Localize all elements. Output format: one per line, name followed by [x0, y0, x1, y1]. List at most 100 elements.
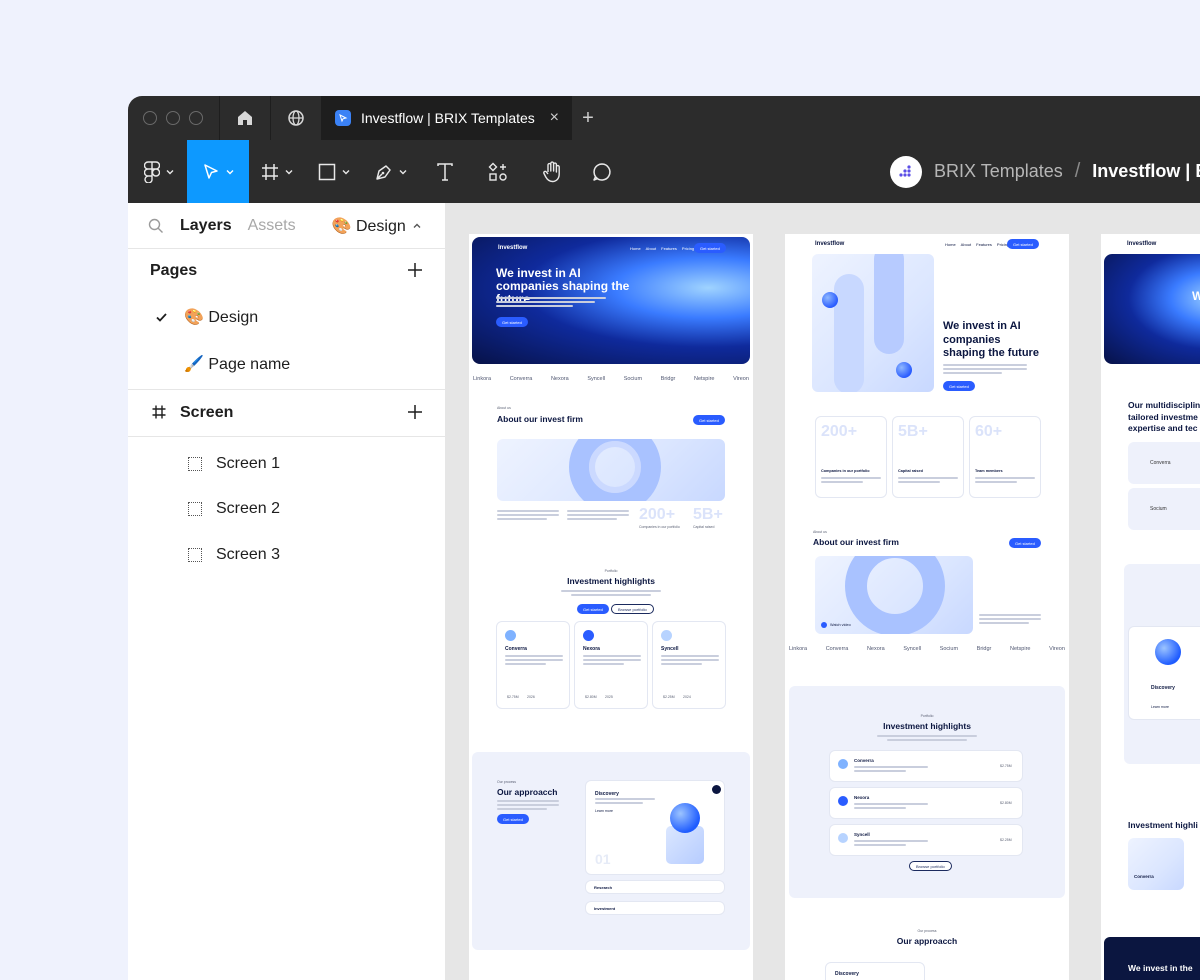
learn-more-link[interactable]: Learn more — [1151, 705, 1169, 709]
about-text-1 — [497, 510, 559, 522]
minimize-window-button[interactable] — [166, 111, 180, 125]
artboard-screen-1[interactable]: Investflow Home About Features Pricing G… — [469, 234, 753, 980]
panel-tabs: Layers Assets 🎨 Design — [128, 203, 445, 249]
discovery-card[interactable]: Discovery Learn more 01 — [585, 780, 725, 875]
nav-item[interactable]: Pricing — [682, 246, 694, 251]
tab-layers[interactable]: Layers — [180, 217, 232, 235]
resources-tool[interactable] — [470, 140, 526, 203]
hero-title: We invest in AI companies shaping the fu… — [943, 320, 1039, 359]
layer-item-screen-2[interactable]: Screen 2 — [128, 487, 445, 533]
add-layer-icon[interactable] — [407, 400, 423, 426]
step-number: 01 — [595, 851, 611, 867]
company-round: $2.75M — [1000, 764, 1012, 768]
canvas[interactable]: Investflow Home About Features Pricing G… — [447, 203, 1200, 980]
expand-icon[interactable] — [712, 785, 721, 794]
maximize-window-button[interactable] — [189, 111, 203, 125]
company-card-converra[interactable]: Converra — [1128, 838, 1184, 890]
frame-title: Screen — [180, 404, 234, 421]
research-accordion[interactable]: Research — [585, 880, 725, 894]
browse-portfolio-button[interactable]: Browse portfolio — [909, 861, 952, 871]
nav-item[interactable]: About — [961, 242, 971, 247]
company-row-syncell[interactable]: Syncell $2.25M — [829, 824, 1023, 856]
tab-assets[interactable]: Assets — [248, 217, 296, 235]
app-window: Investflow | BRIX Templates × + BRIX Tem… — [128, 96, 1200, 980]
close-tab-icon[interactable]: × — [550, 109, 559, 127]
investment-accordion[interactable]: Investment — [585, 901, 725, 915]
logo-bridgr: Bridgr — [976, 646, 992, 652]
home-button[interactable] — [220, 96, 271, 140]
pen-tool[interactable] — [363, 140, 420, 203]
dashed-frame-icon — [188, 547, 202, 562]
shape-tool[interactable] — [306, 140, 363, 203]
stat-companies: 200+ — [639, 506, 676, 523]
nav: Home About Features Pricing — [945, 242, 1009, 247]
company-round: $2.25M — [1000, 838, 1012, 842]
about-cta-button[interactable]: Get started — [693, 415, 725, 425]
approach-title: Our approacch — [896, 936, 958, 946]
about-eyebrow: About us — [497, 406, 511, 410]
community-button[interactable] — [271, 96, 322, 140]
nav-item[interactable]: Features — [976, 242, 992, 247]
discovery-card[interactable]: Discovery — [825, 962, 925, 980]
rectangle-icon — [318, 163, 336, 180]
breadcrumb-file[interactable]: Investflow | B — [1092, 161, 1200, 182]
file-tab[interactable]: Investflow | BRIX Templates × — [322, 96, 572, 140]
new-tab-button[interactable]: + — [572, 96, 604, 140]
company-row-converra[interactable]: Converra $2.75M — [829, 750, 1023, 782]
text-tool[interactable] — [420, 140, 470, 203]
stat-team: 60+ — [975, 423, 1003, 440]
comment-tool[interactable] — [578, 140, 626, 203]
nav-item[interactable]: Home — [630, 246, 641, 251]
pen-icon — [376, 164, 391, 180]
add-page-icon[interactable] — [407, 258, 423, 284]
discovery-card[interactable]: Discovery Learn more — [1128, 626, 1200, 720]
stat-team-label: Team members — [975, 469, 1003, 473]
approach-section: Our process Our approacch Get started Di… — [472, 752, 750, 950]
about-cta-button[interactable]: Get started — [1009, 538, 1041, 548]
layer-item-screen-3[interactable]: Screen 3 — [128, 532, 445, 578]
hand-tool[interactable] — [526, 140, 578, 203]
about-title: About our invest firm — [497, 414, 583, 424]
highlights-cta-button[interactable]: Get started — [577, 604, 609, 614]
artboard-screen-3[interactable]: Investflow We i Our multidisciplin tailo… — [1101, 234, 1200, 980]
page-selector[interactable]: 🎨 Design — [332, 216, 422, 236]
approach-cta-button[interactable]: Get started — [497, 814, 529, 824]
layer-frame-screen[interactable]: Screen — [128, 390, 445, 436]
company-text — [854, 766, 928, 774]
logo-socium: Socium — [623, 376, 643, 382]
company-card-converra[interactable]: Converra $2.75M 2026 — [496, 621, 570, 709]
browse-portfolio-button[interactable]: Browse portfolio — [611, 604, 654, 614]
sphere-illustration — [670, 803, 700, 833]
nav-item[interactable]: Features — [661, 246, 677, 251]
chevron-down-icon — [342, 169, 350, 174]
artboard-screen-2[interactable]: Investflow Home About Features Pricing G… — [785, 234, 1069, 980]
nav-cta-button[interactable]: Get started — [694, 243, 726, 253]
nav-item[interactable]: About — [646, 246, 656, 251]
search-icon[interactable] — [148, 218, 164, 234]
company-card-syncell[interactable]: Syncell $2.25M 2024 — [652, 621, 726, 709]
page-item-design[interactable]: 🎨 Design — [128, 293, 445, 340]
highlights-section: Portfolio Investment highlights Converra… — [789, 686, 1065, 898]
layer-item-label: Screen 1 — [216, 454, 281, 472]
approach-title: Our approacch — [497, 787, 558, 797]
frame-tool[interactable] — [249, 140, 306, 203]
breadcrumb-team[interactable]: BRIX Templates — [934, 161, 1063, 182]
company-card-nexora[interactable]: Nexora $2.80M 2025 — [574, 621, 648, 709]
stat-card-capital: 5B+ Capital raised — [892, 416, 964, 498]
main-menu-button[interactable] — [128, 140, 187, 203]
team-avatar[interactable] — [890, 155, 922, 188]
learn-more-link[interactable]: Learn more — [595, 809, 613, 813]
move-tool[interactable] — [187, 140, 249, 203]
nav-cta-button[interactable]: Get started — [1007, 239, 1039, 249]
close-window-button[interactable] — [143, 111, 157, 125]
nav-item[interactable]: Home — [945, 242, 956, 247]
hero-cta-button[interactable]: Get started — [496, 317, 528, 327]
research-label: Research — [594, 885, 613, 890]
hero-cta-button[interactable]: Get started — [943, 381, 975, 391]
page-item-page-name[interactable]: 🖌️ Page name — [128, 340, 445, 387]
layer-item-label: Screen 3 — [216, 545, 281, 563]
company-row-nexora[interactable]: Nexora $2.80M — [829, 787, 1023, 819]
logo-converra: Converra — [509, 376, 533, 382]
layer-item-screen-1[interactable]: Screen 1 — [128, 441, 445, 487]
watch-video-button[interactable]: Watch video — [821, 622, 851, 628]
